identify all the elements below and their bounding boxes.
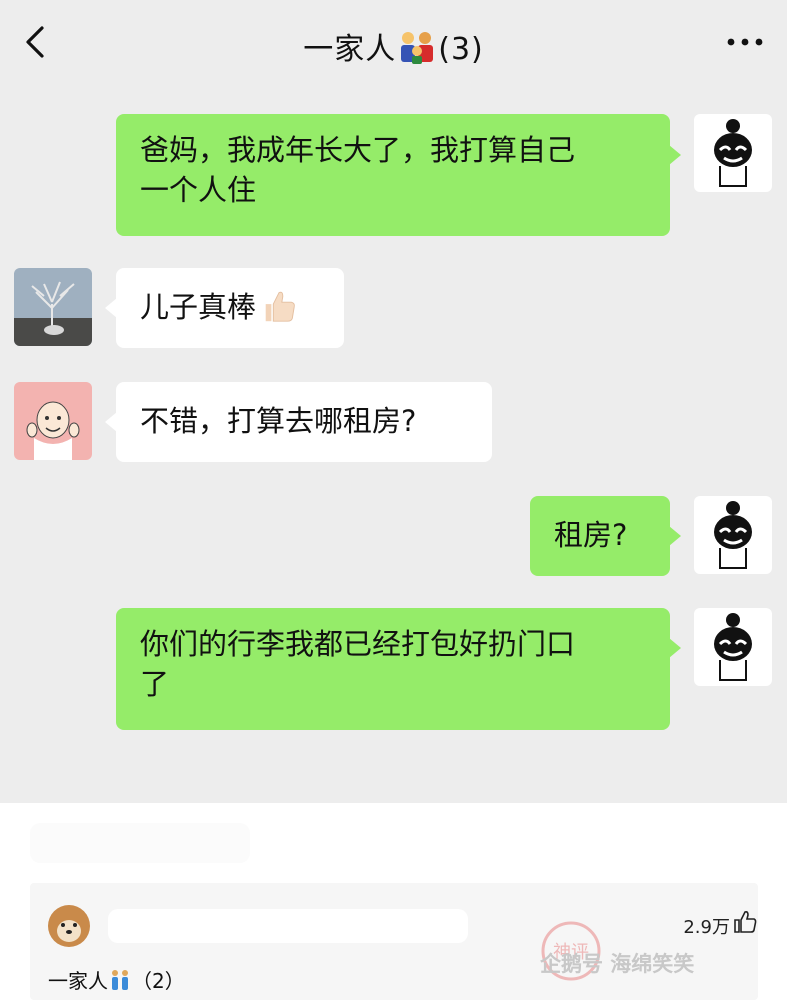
quoted-group-count: （2） xyxy=(132,969,185,993)
avatar-me[interactable] xyxy=(694,608,772,686)
quoted-group: 一家人 （2） xyxy=(48,965,185,994)
message-text-line: 你们的行李我都已经打包好扔门口 xyxy=(140,627,576,661)
message-bubble[interactable]: 不错，打算去哪租房? xyxy=(116,382,492,462)
family-emoji-icon xyxy=(401,32,434,64)
bubble-tail xyxy=(669,145,681,165)
thumbs-up-emoji-icon xyxy=(265,291,295,322)
quoted-group-name: 一家人 xyxy=(48,969,108,993)
blurred-username xyxy=(108,909,468,943)
commenter-avatar[interactable] xyxy=(48,905,90,947)
bubble-tail xyxy=(669,638,681,658)
masked-face-icon xyxy=(714,501,752,569)
masked-face-icon xyxy=(714,119,752,187)
like-count: 2.9万 xyxy=(683,917,730,938)
dog-avatar-icon xyxy=(48,905,90,947)
couple-emoji-icon xyxy=(112,970,128,990)
bubble-tail xyxy=(669,526,681,546)
message-bubble[interactable]: 爸妈，我成年长大了，我打算自己 一个人住 xyxy=(116,114,670,236)
thumbs-up-icon[interactable] xyxy=(732,909,758,935)
masked-face-icon xyxy=(714,613,752,681)
chat-header: 一家人 (3) xyxy=(0,0,787,86)
watermark: 企鹅号 海绵笑笑 xyxy=(540,952,695,976)
old-man-cartoon-icon xyxy=(26,401,80,460)
message-text: 租房? xyxy=(554,518,628,552)
chat-window: 一家人 (3) 爸妈，我成年长大了，我打算自己 一个人住 儿子真棒 不错，打算去… xyxy=(0,0,787,803)
chat-title: 一家人 (3) xyxy=(0,24,787,68)
avatar-mom[interactable] xyxy=(14,382,92,460)
avatar-me[interactable] xyxy=(694,114,772,192)
avatar-dad[interactable] xyxy=(14,268,92,346)
message-bubble[interactable]: 你们的行李我都已经打包好扔门口 了 xyxy=(116,608,670,730)
group-name: 一家人 xyxy=(303,32,397,67)
message-text: 儿子真棒 xyxy=(140,290,257,324)
message-bubble[interactable]: 租房? xyxy=(530,496,670,576)
message-bubble[interactable]: 儿子真棒 xyxy=(116,268,344,348)
tree-photo-icon xyxy=(14,268,92,346)
member-count: (3) xyxy=(438,32,484,67)
comment-card[interactable]: 2.9万 一家人 （2） xyxy=(30,883,758,1000)
avatar-me[interactable] xyxy=(694,496,772,574)
blurred-text xyxy=(30,823,250,863)
message-text-line: 了 xyxy=(140,667,170,701)
message-text: 不错，打算去哪租房? xyxy=(140,404,417,438)
message-text-line: 一个人住 xyxy=(140,173,257,207)
message-text-line: 爸妈，我成年长大了，我打算自己 xyxy=(140,133,576,167)
more-dots-icon[interactable] xyxy=(725,32,765,52)
